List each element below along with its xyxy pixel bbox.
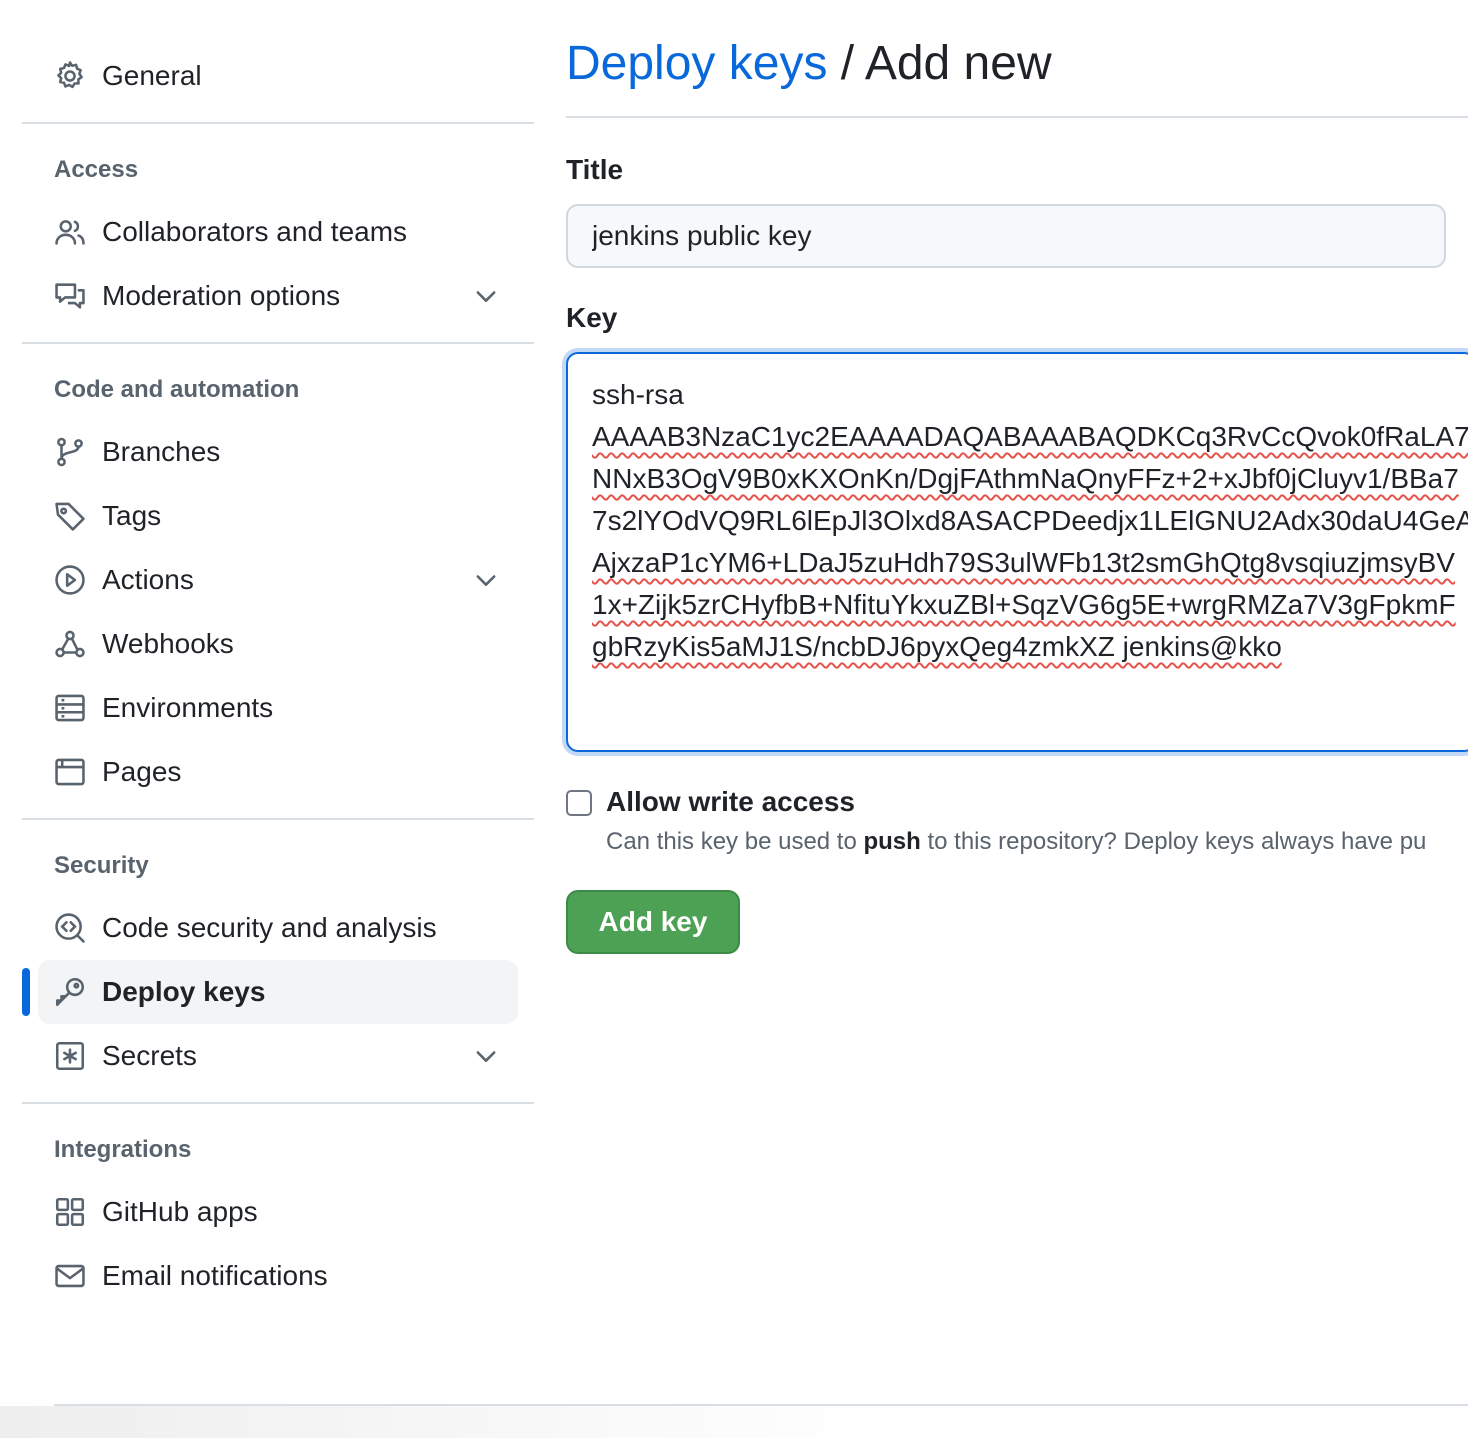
key-line: gbRzyKis5aMJ1S/ncbDJ6pyxQeg4zmkXZ jenkin… — [592, 631, 1282, 662]
sidebar-item-label: Collaborators and teams — [102, 216, 408, 247]
key-text: ssh-rsa AAAAB3NzaC1yc2EAAAADAQABAAABAQDKC… — [592, 374, 1468, 668]
sidebar-item-email-notifications[interactable]: Email notifications — [38, 1244, 518, 1308]
sidebar-item-tags[interactable]: Tags — [38, 484, 518, 548]
add-key-button[interactable]: Add key — [566, 890, 740, 954]
sidebar-item-label: Environments — [102, 692, 274, 723]
allow-write-checkbox[interactable] — [566, 790, 592, 816]
breadcrumb-current: / Add new — [827, 37, 1052, 90]
sidebar-item-branches[interactable]: Branches — [38, 420, 518, 484]
webhook-icon — [52, 626, 88, 662]
section-title-access: Access — [54, 156, 139, 183]
sidebar-item-collaborators[interactable]: Collaborators and teams — [38, 200, 518, 264]
sidebar-item-label: Webhooks — [102, 628, 234, 659]
codescan-icon — [52, 910, 88, 946]
key-line: 1x+Zijk5zrCHyfbB+NfituYkxuZBl+SqzVG6g5E+… — [592, 589, 1456, 620]
sidebar-item-label: Branches — [102, 436, 221, 467]
sidebar-item-label: GitHub apps — [102, 1196, 258, 1227]
sidebar-item-actions[interactable]: Actions — [38, 548, 518, 612]
key-line: AjxzaP1cYM6+LDaJ5zuHdh79S3ulWFb13t2smGhQ… — [592, 547, 1455, 578]
secret-asterisk-icon — [52, 1038, 88, 1074]
chevron-down-icon[interactable] — [472, 1042, 500, 1070]
key-line: 7s2lYOdVQ9RL6lEpJl3Olxd8ASACPDeedjx1LElG… — [592, 505, 1468, 536]
sidebar-item-code-security[interactable]: Code security and analysis — [38, 896, 518, 960]
sidebar-item-secrets[interactable]: Secrets — [38, 1024, 518, 1088]
sidebar-item-label: Moderation options — [102, 280, 341, 311]
sidebar-item-label: Deploy keys — [102, 976, 266, 1007]
sidebar-item-label: Code security and analysis — [102, 912, 437, 943]
sidebar-divider — [22, 122, 534, 124]
active-indicator — [22, 968, 30, 1016]
sidebar-item-label: Tags — [102, 500, 162, 531]
key-line: AAAAB3NzaC1yc2EAAAADAQABAAABAQDKCq3RvCcQ… — [592, 421, 1468, 452]
footer-shade — [0, 1406, 900, 1438]
page-title: Deploy keys / Add new — [566, 36, 1052, 91]
git-branch-icon — [52, 434, 88, 470]
section-title-integrations: Integrations — [54, 1136, 192, 1163]
mail-icon — [52, 1258, 88, 1294]
heading-divider — [566, 116, 1468, 118]
sidebar-item-label: Pages — [102, 756, 182, 787]
breadcrumb-deploy-keys-link[interactable]: Deploy keys — [566, 37, 827, 90]
title-label: Title — [566, 154, 624, 185]
allow-write-label[interactable]: Allow write access — [606, 786, 855, 818]
chevron-down-icon[interactable] — [472, 282, 500, 310]
key-textarea[interactable]: ssh-rsa AAAAB3NzaC1yc2EAAAADAQABAAABAQDKC… — [566, 352, 1468, 752]
sidebar-item-github-apps[interactable]: GitHub apps — [38, 1180, 518, 1244]
sidebar-item-general[interactable]: General — [38, 44, 518, 108]
chevron-down-icon[interactable] — [472, 566, 500, 594]
key-line: ssh-rsa — [592, 379, 684, 410]
sidebar-item-moderation[interactable]: Moderation options — [38, 264, 518, 328]
people-icon — [52, 214, 88, 250]
sidebar-item-label: Actions — [102, 564, 194, 595]
sidebar-divider — [22, 818, 534, 820]
sidebar-item-deploy-keys[interactable]: Deploy keys — [38, 960, 518, 1024]
sidebar-item-webhooks[interactable]: Webhooks — [38, 612, 518, 676]
section-title-code-automation: Code and automation — [54, 376, 300, 403]
sidebar-item-label: General — [102, 60, 202, 91]
browser-icon — [52, 754, 88, 790]
section-title-security: Security — [54, 852, 149, 879]
desc-text: Can this key be used to — [606, 828, 864, 855]
sidebar-item-label: Secrets — [102, 1040, 197, 1071]
sidebar-item-pages[interactable]: Pages — [38, 740, 518, 804]
sidebar-divider — [22, 1102, 534, 1104]
key-line: NNxB3OgV9B0xKXOnKn/DgjFAthmNaQnyFFz+2+xJ… — [592, 463, 1459, 494]
tag-icon — [52, 498, 88, 534]
key-icon — [52, 974, 88, 1010]
play-icon — [52, 562, 88, 598]
gear-icon — [52, 58, 88, 94]
sidebar-item-label: Email notifications — [102, 1260, 328, 1291]
desc-text: to this repository? Deploy keys always h… — [920, 828, 1427, 855]
desc-bold: push — [863, 828, 921, 855]
comment-discussion-icon — [52, 278, 88, 314]
apps-grid-icon — [52, 1194, 88, 1230]
title-input[interactable] — [566, 204, 1446, 268]
allow-write-description: Can this key be used to push to this rep… — [606, 828, 1468, 856]
server-icon — [52, 690, 88, 726]
sidebar-divider — [22, 342, 534, 344]
key-label: Key — [566, 302, 618, 333]
sidebar-item-environments[interactable]: Environments — [38, 676, 518, 740]
